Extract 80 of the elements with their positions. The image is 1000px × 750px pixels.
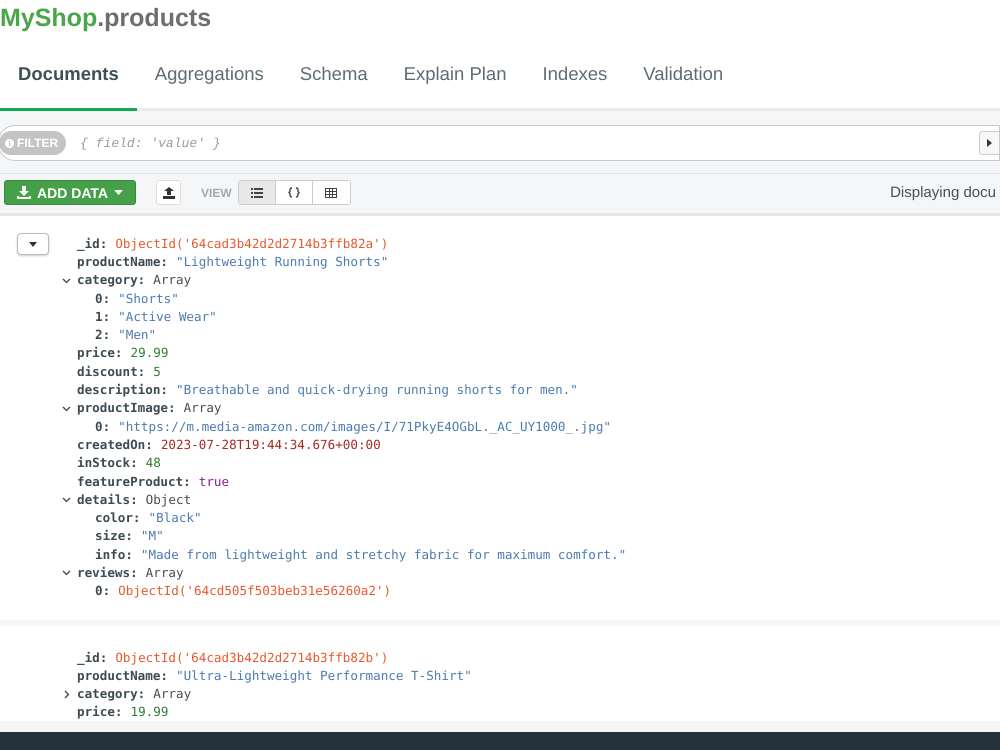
field-key: reviews: <box>77 564 138 580</box>
tab[interactable]: Validation <box>625 40 742 111</box>
field-key: 2: <box>95 327 110 342</box>
field-key: discount: <box>77 364 146 379</box>
chevron-icon[interactable] <box>62 404 71 413</box>
field-value: 48 <box>146 455 161 470</box>
field-key: productImage: <box>77 400 176 416</box>
chevron-icon[interactable] <box>62 276 71 285</box>
chevron-icon[interactable] <box>62 690 71 699</box>
tab[interactable]: Explain Plan <box>386 40 524 111</box>
download-icon <box>17 186 31 199</box>
field-key: info: <box>95 546 133 562</box>
collection-name: .products <box>97 4 212 32</box>
filter-placeholder: { field: 'value' } <box>80 136 222 150</box>
view-button[interactable] <box>276 181 313 204</box>
field-value: "Breathable and quick-drying running shorts for men." <box>176 382 578 398</box>
field-value: "Men" <box>118 327 156 342</box>
field-key: size: <box>95 528 133 544</box>
field-value: Object <box>146 492 192 507</box>
field-key: createdOn: <box>77 436 153 452</box>
field-value: 29.99 <box>130 345 168 360</box>
tab[interactable]: Indexes <box>524 40 626 111</box>
caret-icon <box>29 242 37 246</box>
field-key: 0: <box>95 583 110 598</box>
field-key: price: <box>77 704 122 720</box>
collapse-button[interactable] <box>17 233 49 255</box>
field-value: "Shorts" <box>118 290 179 306</box>
field-value: "M" <box>140 528 164 544</box>
field-value: "Active Wear" <box>118 308 217 324</box>
field-key: description: <box>77 382 168 398</box>
field-key: 0: <box>95 290 110 306</box>
table-icon <box>325 188 338 198</box>
field-key: featureProduct: <box>77 474 191 488</box>
field-key: details: <box>77 492 138 507</box>
view-button[interactable] <box>238 181 276 204</box>
field-value: 19.99 <box>130 704 168 720</box>
field-value: 2023-07-28T19:44:34.676+00:00 <box>160 436 381 452</box>
view-button[interactable] <box>312 181 350 204</box>
field-value: true <box>198 474 230 488</box>
field-value: Array <box>184 400 222 416</box>
field-key: color: <box>95 510 140 526</box>
field-value: Array <box>153 272 192 288</box>
database-name: MyShop <box>0 4 98 32</box>
field-key: _id: <box>77 650 108 665</box>
options-button[interactable] <box>979 131 999 155</box>
field-value: "https://m.media-amazon.com/images/I/71PkyE4OGbL._AC_UY1000_.jpg" <box>118 418 612 434</box>
caret-icon <box>987 139 992 147</box>
field-key: category: <box>77 686 146 702</box>
tab[interactable]: Schema <box>282 40 386 111</box>
field-value: ObjectId('64cd505f503beb31e56260a2') <box>118 583 392 598</box>
field-value: Array <box>153 686 192 702</box>
field-value: "Black" <box>148 510 202 526</box>
field-key: productName: <box>77 254 168 269</box>
info-icon <box>5 138 14 148</box>
field-key: category: <box>77 272 146 288</box>
caret-icon <box>114 190 124 195</box>
field-value: ObjectId('64cad3b42d2d2714b3ffb82b') <box>115 650 388 665</box>
import-button[interactable] <box>156 180 182 205</box>
field-value: "Ultra-Lightweight Performance T-Shirt" <box>176 668 472 683</box>
braces-icon <box>288 187 300 198</box>
filter-field[interactable]: FILTER { field: 'value' } <box>0 125 1000 161</box>
add-data-button[interactable]: ADD DATA <box>4 180 136 205</box>
field-value: ObjectId('64cad3b42d2d2714b3ffb82a') <box>115 236 388 251</box>
field-value: Array <box>146 564 184 580</box>
chevron-icon[interactable] <box>62 568 71 578</box>
list-icon <box>250 188 263 198</box>
chevron-icon[interactable] <box>62 495 71 504</box>
field-key: _id: <box>77 236 108 251</box>
view-label: VIEW <box>201 186 232 200</box>
field-key: inStock: <box>77 455 138 470</box>
field-key: 1: <box>95 308 110 324</box>
upload-icon <box>162 186 175 198</box>
field-value: "Made from lightweight and stretchy fabric for maximum comfort." <box>140 546 626 562</box>
field-key: 0: <box>95 418 110 434</box>
status-text: Displaying docu <box>890 184 996 201</box>
field-key: productName: <box>77 668 168 683</box>
field-value: 5 <box>153 364 161 379</box>
field-key: price: <box>77 345 122 360</box>
tab[interactable]: Aggregations <box>136 40 282 111</box>
field-value: "Lightweight Running Shorts" <box>176 254 388 269</box>
